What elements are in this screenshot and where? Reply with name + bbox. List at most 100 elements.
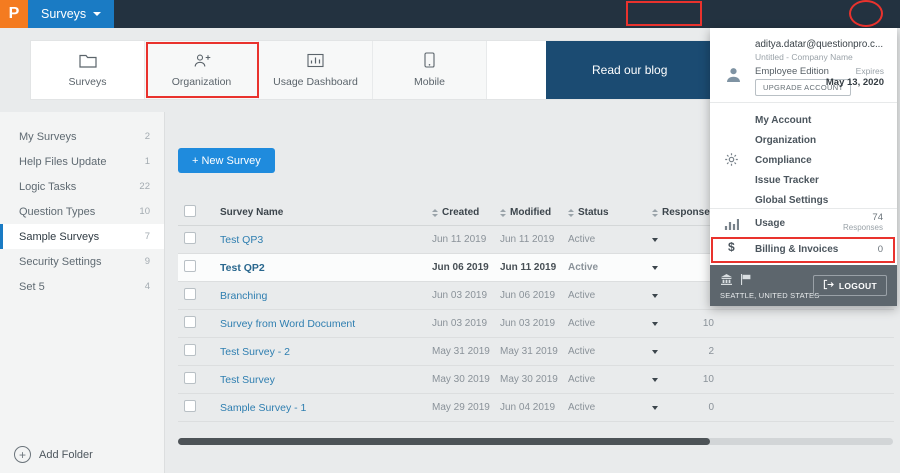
tab-organization[interactable]: Organization	[145, 41, 259, 99]
status-value: Active	[568, 290, 596, 301]
tab-label: Usage Dashboard	[273, 75, 358, 88]
scrollbar-thumb[interactable]	[178, 438, 710, 445]
col-header-label: Created	[442, 207, 480, 218]
row-checkbox[interactable]	[184, 316, 196, 328]
surveys-nav-menu[interactable]: Surveys	[28, 0, 115, 28]
plus-circle-icon	[14, 446, 31, 463]
row-checkbox[interactable]	[184, 344, 196, 356]
gear-icon	[724, 152, 739, 172]
chevron-down-icon	[93, 12, 102, 16]
add-folder-button[interactable]: Add Folder	[14, 446, 93, 463]
user-account-menu: aditya.datar@questionpro.c... Untitled -…	[710, 28, 897, 306]
status-value: Active	[568, 234, 596, 245]
modified-date: Jun 06 2019	[500, 290, 556, 301]
row-actions-caret[interactable]	[652, 238, 658, 242]
col-header-modified[interactable]: Modified	[500, 207, 568, 218]
menu-item-global-settings[interactable]: Global Settings	[755, 190, 828, 210]
building-icon	[720, 272, 733, 290]
col-header-survey-name[interactable]: Survey Name	[220, 207, 432, 218]
divider	[710, 102, 897, 103]
modified-date: May 30 2019	[500, 374, 558, 385]
app-screen: P Surveys Upgrade Now Help A Surveys Org…	[0, 0, 900, 473]
modified-date: Jun 03 2019	[500, 318, 556, 329]
survey-name-link[interactable]: Survey from Word Document	[220, 318, 432, 330]
col-header-label: Status	[578, 207, 609, 218]
col-header-status[interactable]: Status	[568, 207, 652, 218]
sidebar-item-logic-tasks[interactable]: Logic Tasks 22	[0, 174, 164, 199]
survey-name-link[interactable]: Test Survey	[220, 374, 432, 386]
folder-count: 1	[144, 156, 150, 167]
row-checkbox[interactable]	[184, 232, 196, 244]
folder-label: Sample Surveys	[19, 230, 100, 243]
row-checkbox[interactable]	[184, 288, 196, 300]
surveys-nav-label: Surveys	[41, 7, 87, 21]
row-actions-caret[interactable]	[652, 294, 658, 298]
sidebar-item-sample-surveys[interactable]: Sample Surveys 7	[0, 224, 164, 249]
col-header-responses[interactable]: Responses	[652, 207, 716, 218]
top-bar: P Surveys	[0, 0, 900, 28]
menu-item-usage[interactable]: Usage	[755, 218, 785, 229]
sidebar-item-my-surveys[interactable]: My Surveys 2	[0, 124, 164, 149]
folder-label: Security Settings	[19, 255, 102, 268]
folder-icon	[78, 53, 97, 71]
responses-value: 2	[708, 346, 714, 357]
status-value: Active	[568, 262, 599, 273]
created-date: Jun 03 2019	[432, 290, 488, 301]
dashboard-icon	[307, 53, 324, 71]
tab-label: Organization	[171, 75, 232, 88]
row-actions-caret[interactable]	[652, 322, 658, 326]
folders-sidebar: My Surveys 2 Help Files Update 1 Logic Tas…	[0, 112, 165, 473]
col-header-created[interactable]: Created	[432, 207, 500, 218]
row-actions-caret[interactable]	[652, 406, 658, 410]
row-checkbox[interactable]	[184, 372, 196, 384]
created-date: Jun 11 2019	[432, 234, 487, 245]
row-checkbox[interactable]	[184, 400, 196, 412]
status-value: Active	[568, 402, 596, 413]
person-icon	[725, 66, 742, 88]
table-row: Test Survey - 2 May 31 2019 May 31 2019 …	[178, 338, 894, 366]
modified-date: Jun 04 2019	[500, 402, 556, 413]
survey-name-link[interactable]: Test QP3	[220, 234, 432, 246]
folder-count: 2	[144, 131, 150, 142]
survey-name-link[interactable]: Sample Survey - 1	[220, 402, 432, 414]
edition-label: Employee Edition	[755, 66, 829, 77]
sidebar-item-help-files-update[interactable]: Help Files Update 1	[0, 149, 164, 174]
brand-logo: P	[0, 0, 28, 28]
survey-name-link[interactable]: Test QP2	[220, 262, 432, 274]
logout-button[interactable]: LOGOUT	[812, 275, 887, 296]
sidebar-item-security-settings[interactable]: Security Settings 9	[0, 249, 164, 274]
row-actions-caret[interactable]	[652, 378, 658, 382]
row-actions-caret[interactable]	[652, 350, 658, 354]
tab-usage-dashboard[interactable]: Usage Dashboard	[259, 41, 373, 99]
tab-surveys[interactable]: Surveys	[31, 41, 145, 99]
menu-item-my-account[interactable]: My Account	[755, 110, 811, 130]
sidebar-item-question-types[interactable]: Question Types 10	[0, 199, 164, 224]
folder-label: Help Files Update	[19, 155, 107, 168]
tab-label: Surveys	[68, 75, 107, 88]
menu-item-issue-tracker[interactable]: Issue Tracker	[755, 170, 819, 190]
add-user-icon	[192, 53, 212, 71]
new-survey-button[interactable]: + New Survey	[178, 148, 275, 173]
row-checkbox[interactable]	[184, 260, 196, 272]
folder-label: Set 5	[19, 280, 45, 293]
responses-value: 10	[702, 318, 714, 329]
menu-item-billing-invoices[interactable]: Billing & Invoices	[755, 244, 838, 255]
created-date: Jun 06 2019	[432, 262, 489, 273]
horizontal-scrollbar	[178, 438, 893, 445]
status-value: Active	[568, 318, 596, 329]
sidebar-item-set-5[interactable]: Set 5 4	[0, 274, 164, 299]
row-actions-caret[interactable]	[652, 266, 658, 270]
folder-count: 22	[139, 181, 150, 192]
tab-label: Mobile	[414, 76, 445, 88]
status-value: Active	[568, 346, 596, 357]
select-all-checkbox[interactable]	[184, 205, 196, 217]
menu-item-compliance[interactable]: Compliance	[755, 150, 812, 170]
sort-icon	[432, 208, 438, 217]
menu-item-organization[interactable]: Organization	[755, 130, 816, 150]
survey-name-link[interactable]: Branching	[220, 290, 432, 302]
status-value: Active	[568, 374, 596, 385]
divider	[710, 208, 897, 209]
tab-mobile[interactable]: Mobile	[373, 41, 487, 99]
survey-name-link[interactable]: Test Survey - 2	[220, 346, 432, 358]
table-row: Sample Survey - 1 May 29 2019 Jun 04 201…	[178, 394, 894, 422]
